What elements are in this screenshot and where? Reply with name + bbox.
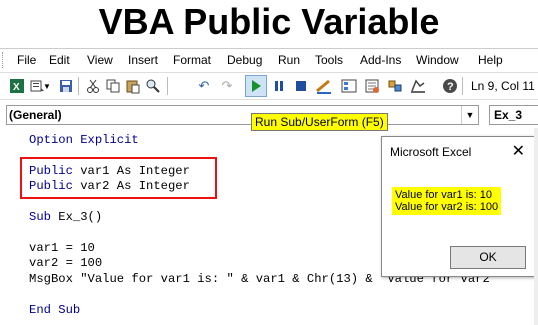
excel-icon[interactable]: X <box>8 77 26 95</box>
procedure-combo-value: Ex_3 <box>494 108 523 122</box>
code-line: Sub Ex_3() <box>29 210 102 225</box>
dialog-title: Microsoft Excel <box>390 145 472 159</box>
code-keyword: End Sub <box>29 303 81 317</box>
run-icon[interactable] <box>245 75 267 97</box>
dialog-message-line: Value for var1 is: 10 <box>395 189 493 201</box>
menu-view[interactable]: View <box>87 53 113 67</box>
dialog-message-line: Value for var2 is: 100 <box>395 201 499 213</box>
highlight-box <box>20 157 217 199</box>
menu-tools[interactable]: Tools <box>315 53 343 67</box>
dialog-message: Value for var1 is: 10 Value for var2 is:… <box>392 187 502 215</box>
chevron-down-icon[interactable]: ▼ <box>461 106 478 124</box>
code-text: Ex_3() <box>50 210 103 224</box>
menu-debug[interactable]: Debug <box>227 53 262 67</box>
run-tooltip: Run Sub/UserForm (F5) <box>251 113 388 131</box>
toolbar-separator <box>167 77 168 95</box>
design-mode-icon[interactable] <box>315 77 333 95</box>
code-line: End Sub <box>29 303 80 318</box>
code-keyword: Option Explicit <box>29 133 139 147</box>
paste-icon[interactable] <box>124 77 142 95</box>
toolbar-separator <box>462 77 463 95</box>
copy-icon[interactable] <box>104 77 122 95</box>
menu-format[interactable]: Format <box>173 53 211 67</box>
chevron-down-icon[interactable]: ▼ <box>42 77 52 95</box>
ok-button[interactable]: OK <box>450 246 526 269</box>
procedure-combo[interactable]: Ex_3 <box>489 105 538 125</box>
close-icon[interactable]: ✕ <box>512 141 525 161</box>
cut-icon[interactable] <box>84 77 102 95</box>
code-text: var1 = 10 <box>29 241 95 255</box>
menu-add-ins[interactable]: Add-Ins <box>360 53 401 67</box>
object-browser-icon[interactable] <box>386 77 404 95</box>
menu-window[interactable]: Window <box>416 53 459 67</box>
menu-file[interactable]: File <box>17 53 36 67</box>
svg-text:X: X <box>13 82 20 93</box>
redo-icon[interactable]: ↷ <box>218 77 236 95</box>
page-title: VBA Public Variable <box>98 1 440 42</box>
object-combo-value: (General) <box>9 108 62 122</box>
menu-help[interactable]: Help <box>478 53 503 67</box>
code-text: var2 = 100 <box>29 256 103 270</box>
properties-icon[interactable] <box>363 77 381 95</box>
vertical-scrollbar[interactable] <box>534 128 538 325</box>
save-icon[interactable] <box>57 77 75 95</box>
code-line: var1 = 10 <box>29 241 95 256</box>
project-explorer-icon[interactable] <box>340 77 358 95</box>
toolbar-separator <box>78 77 79 95</box>
break-icon[interactable] <box>270 77 288 95</box>
reset-icon[interactable] <box>292 77 310 95</box>
help-icon[interactable]: ? <box>441 77 459 95</box>
toolbox-icon[interactable] <box>409 77 427 95</box>
undo-icon[interactable]: ↶ <box>195 77 213 95</box>
standard-toolbar: X ▼ ↶ ↷ ? Ln 9, Col 11 <box>0 72 538 100</box>
object-combo[interactable]: (General) ▼ <box>6 105 479 125</box>
msgbox-dialog: Microsoft Excel ✕ Value for var1 is: 10 … <box>381 136 536 277</box>
code-line: var2 = 100 <box>29 256 102 271</box>
cursor-position: Ln 9, Col 11 <box>471 79 535 93</box>
menu-run[interactable]: Run <box>278 53 300 67</box>
menu-grip <box>2 52 6 68</box>
find-icon[interactable] <box>144 77 162 95</box>
menu-edit[interactable]: Edit <box>49 53 70 67</box>
svg-text:?: ? <box>447 81 454 93</box>
menu-insert[interactable]: Insert <box>128 53 158 67</box>
code-keyword: Sub <box>29 210 51 224</box>
menu-bar: File Edit View Insert Format Debug Run T… <box>0 48 538 71</box>
code-line: Option Explicit <box>29 133 139 148</box>
